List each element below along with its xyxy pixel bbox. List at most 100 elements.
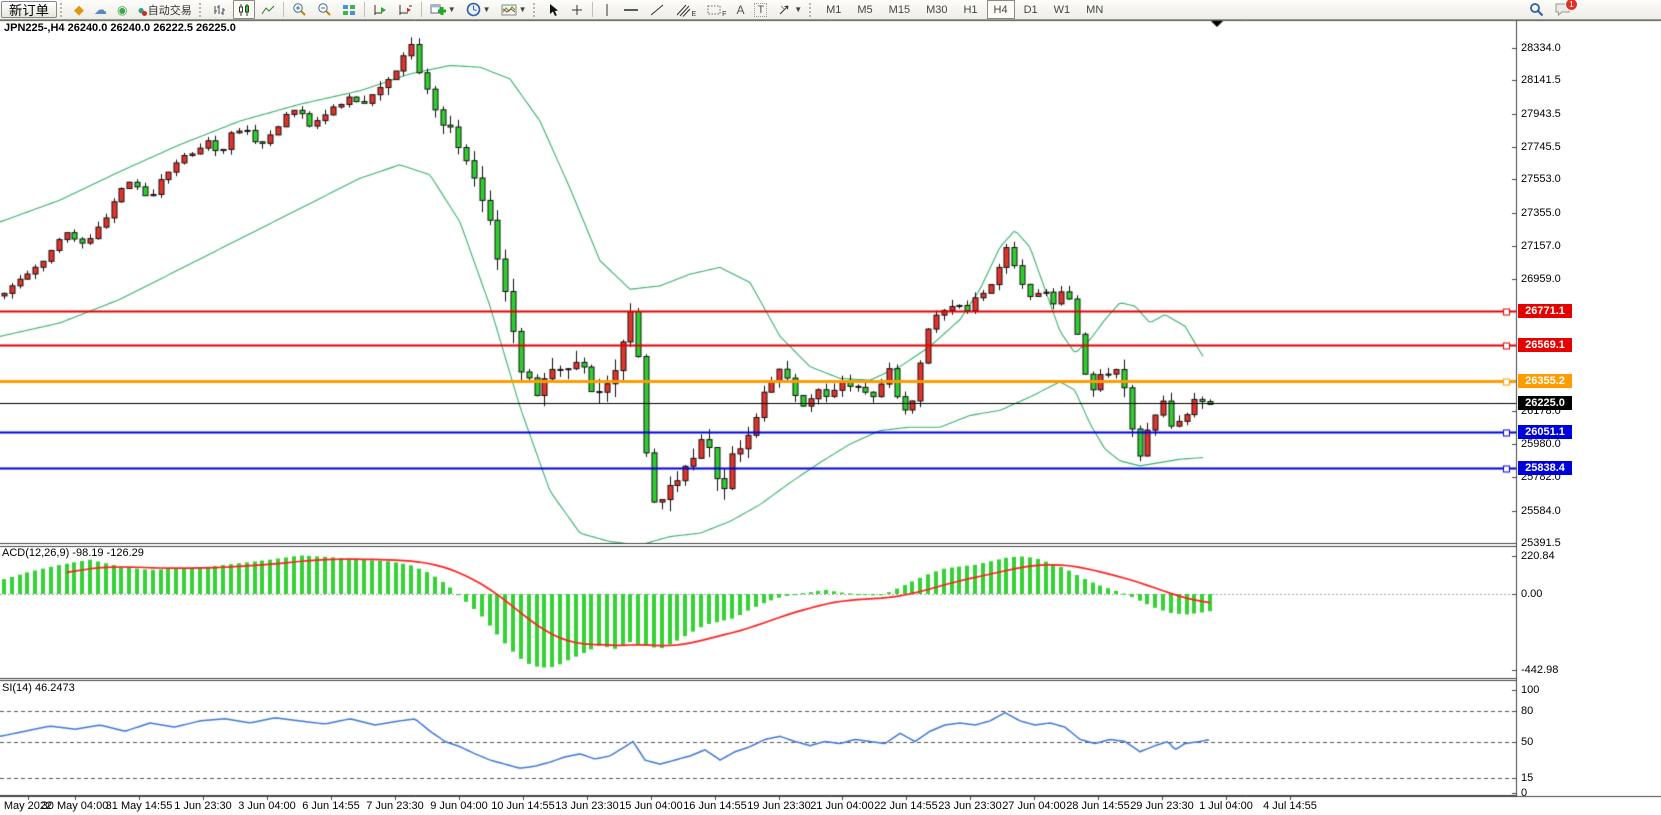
price-tick-label: 28334.0 <box>1521 42 1561 54</box>
tile-windows-icon <box>342 3 356 17</box>
toolbar-grip[interactable] <box>533 3 540 17</box>
grid-tool-button[interactable]: F <box>702 0 730 19</box>
crosshair-icon <box>570 3 584 17</box>
current-price-tag: 26225.0 <box>1518 396 1572 410</box>
vertical-line-button[interactable] <box>597 0 617 19</box>
toolbar-grip[interactable] <box>809 3 816 17</box>
globe-icon: ● <box>137 4 144 16</box>
text-tool-button[interactable]: A <box>732 0 748 19</box>
toolbar-separator <box>283 2 284 17</box>
grid-tool-icon <box>706 3 722 17</box>
stop-dot-icon <box>142 11 147 16</box>
chart-info-line: JPN225-,H4 26240.0 26240.0 26222.5 26225… <box>4 22 236 34</box>
time-axis-label: 4 Jul 14:55 <box>1263 800 1317 812</box>
toolbar-separator <box>364 2 365 17</box>
signals-button[interactable]: ◉ <box>113 0 131 19</box>
trendline-button[interactable] <box>645 0 669 19</box>
text-label-tool-button[interactable]: T <box>750 0 771 19</box>
time-axis-label: 1 Jul 04:00 <box>1199 800 1253 812</box>
candlestick-chart-button[interactable] <box>233 0 255 19</box>
cursor-button[interactable] <box>543 0 564 19</box>
new-order-button[interactable]: 新订单 <box>1 1 57 18</box>
shapes-arrows-icon <box>777 3 792 17</box>
price-line-tag[interactable]: 26569.1 <box>1518 338 1572 352</box>
timeframe-h1-button[interactable]: H1 <box>956 0 984 19</box>
chart-canvas[interactable] <box>0 0 1661 815</box>
fibonacci-subscript: E <box>691 11 696 18</box>
timeframe-h4-button[interactable]: H4 <box>987 0 1015 19</box>
time-axis-label: 10 Jun 14:55 <box>491 800 555 812</box>
chevron-down-icon: ▼ <box>794 5 802 14</box>
line-chart-button[interactable] <box>257 0 279 19</box>
timeframe-w1-button[interactable]: W1 <box>1047 0 1078 19</box>
rsi-tick-label: 0 <box>1521 787 1527 799</box>
bar-chart-icon <box>213 3 227 17</box>
indicators-icon <box>501 3 517 17</box>
cloud-icon: ☁ <box>94 4 107 16</box>
zoom-out-button[interactable] <box>313 0 336 19</box>
timeframe-m15-button[interactable]: M15 <box>882 0 917 19</box>
timeframe-mn-button[interactable]: MN <box>1079 0 1110 19</box>
diamond-icon: ◆ <box>74 4 84 16</box>
fibonacci-button[interactable]: E <box>671 0 700 19</box>
time-axis-label: 13 Jun 23:30 <box>555 800 619 812</box>
main-toolbar: 新订单 ◆ ☁ ◉ ● 自动交易 <box>0 0 1661 20</box>
tile-windows-button[interactable] <box>338 0 360 19</box>
chart-shift-button[interactable] <box>394 0 417 19</box>
toolbar-separator <box>421 2 422 17</box>
price-line-tag[interactable]: 25838.4 <box>1518 461 1572 475</box>
time-axis-label: 7 Jun 23:30 <box>366 800 424 812</box>
toolbar-grip[interactable] <box>199 3 206 17</box>
time-axis-label: 23 Jun 23:30 <box>938 800 1002 812</box>
price-line-tag[interactable]: 26771.1 <box>1518 304 1572 318</box>
crosshair-button[interactable] <box>566 0 588 19</box>
price-tick-label: 27553.0 <box>1521 173 1561 185</box>
price-line-tag[interactable]: 26051.1 <box>1518 425 1572 439</box>
timeframe-m1-button[interactable]: M1 <box>819 0 848 19</box>
price-tick-label: 26959.0 <box>1521 273 1561 285</box>
indicators-button[interactable]: ▼ <box>497 0 531 19</box>
auto-scroll-button[interactable] <box>369 0 392 19</box>
price-tick-label: 27355.0 <box>1521 207 1561 219</box>
search-button[interactable] <box>1525 0 1548 19</box>
market-watch-button[interactable]: ◆ <box>70 0 88 19</box>
time-axis-label: 22 Jun 14:55 <box>874 800 938 812</box>
mt4-window: 新订单 ◆ ☁ ◉ ● 自动交易 <box>0 0 1661 815</box>
horizontal-line-button[interactable] <box>619 0 643 19</box>
rsi-tick-label: 100 <box>1521 684 1539 696</box>
timeframe-m5-button[interactable]: M5 <box>850 0 879 19</box>
time-axis-label: 3 Jun 04:00 <box>238 800 296 812</box>
time-axis-label: 1 Jun 23:30 <box>174 800 232 812</box>
autotrading-button[interactable]: ● 自动交易 <box>133 0 195 19</box>
zoom-in-button[interactable] <box>288 0 311 19</box>
price-tick-label: 25584.0 <box>1521 505 1561 517</box>
chart-shift-icon <box>398 3 413 17</box>
line-chart-icon <box>261 3 275 17</box>
macd-tick-label: 220.84 <box>1521 550 1555 562</box>
price-line-tag[interactable]: 26355.2 <box>1518 374 1572 388</box>
text-label-icon: T <box>754 3 767 17</box>
toolbar-grip[interactable] <box>60 3 67 17</box>
notification-badge: 1 <box>1565 0 1578 11</box>
timeframe-m30-button[interactable]: M30 <box>919 0 954 19</box>
shapes-button[interactable]: ▼ <box>773 0 806 19</box>
time-axis-label: 29 Jun 23:30 <box>1130 800 1194 812</box>
trendline-icon <box>649 3 665 17</box>
bar-chart-button[interactable] <box>209 0 231 19</box>
new-chart-button[interactable]: ▼ <box>426 0 460 19</box>
chevron-down-icon: ▼ <box>483 5 491 14</box>
community-button[interactable]: ☁ <box>90 0 111 19</box>
time-axis-label: 21 Jun 04:00 <box>810 800 874 812</box>
text-tool-icon: A <box>736 3 744 17</box>
candlestick-icon <box>237 3 251 17</box>
price-tick-label: 27157.0 <box>1521 240 1561 252</box>
time-axis-label: 9 Jun 04:00 <box>430 800 488 812</box>
rsi-tick-label: 15 <box>1521 772 1533 784</box>
time-axis-label: 31 May 14:55 <box>106 800 173 812</box>
macd-tick-label: -442.98 <box>1521 664 1558 676</box>
price-tick-label: 27943.5 <box>1521 108 1561 120</box>
chat-button[interactable]: 1 <box>1550 0 1575 19</box>
periods-button[interactable]: ▼ <box>462 0 495 19</box>
price-tick-label: 25391.5 <box>1521 537 1561 549</box>
timeframe-d1-button[interactable]: D1 <box>1017 0 1045 19</box>
